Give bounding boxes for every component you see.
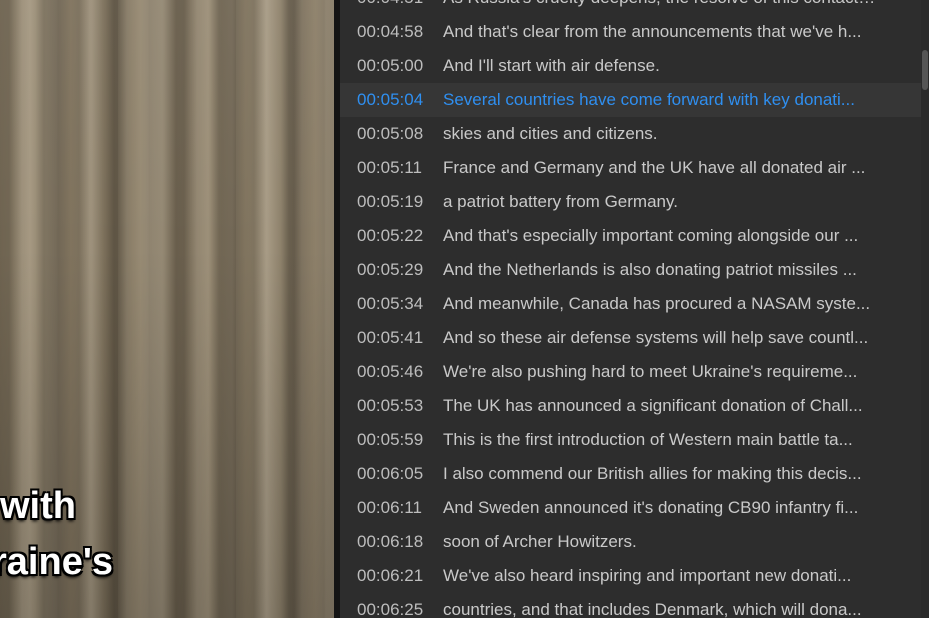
video-subtitle: with raine's: [0, 478, 113, 590]
transcript-row-active[interactable]: 00:05:04 Several countries have come forw…: [340, 83, 921, 117]
subtitle-line: raine's: [0, 541, 113, 583]
transcript-rows: 00:04:51As Russia's cruelty deepens, the…: [340, 0, 921, 618]
row-text: countries, and that includes Denmark, wh…: [443, 600, 862, 618]
row-timestamp[interactable]: 00:05:22: [340, 226, 443, 246]
transcript-row[interactable]: 00:05:00 And I'll start with air defense.: [340, 49, 921, 83]
row-timestamp[interactable]: 00:05:04: [340, 90, 443, 110]
transcript-row[interactable]: 00:05:34 And meanwhile, Canada has procur…: [340, 287, 921, 321]
row-text: We've also heard inspiring and important…: [443, 566, 852, 585]
row-timestamp[interactable]: 00:05:19: [340, 192, 443, 212]
scrollbar-thumb[interactable]: [922, 50, 928, 90]
subtitle-line: with: [0, 485, 76, 527]
transcript-row[interactable]: 00:05:59 This is the first introduction o…: [340, 423, 921, 457]
row-text: soon of Archer Howitzers.: [443, 532, 637, 551]
row-text: And so these air defense systems will he…: [443, 328, 869, 347]
row-text: This is the first introduction of Wester…: [443, 430, 853, 449]
row-timestamp[interactable]: 00:05:46: [340, 362, 443, 382]
transcript-row[interactable]: 00:06:11 And Sweden announced it's donati…: [340, 491, 921, 525]
transcript-row[interactable]: 00:06:21 We've also heard inspiring and i…: [340, 559, 921, 593]
row-timestamp[interactable]: 00:06:11: [340, 498, 443, 518]
transcript-row[interactable]: 00:05:22 And that's especially important …: [340, 219, 921, 253]
row-timestamp[interactable]: 00:05:41: [340, 328, 443, 348]
row-text: And that's clear from the announcements …: [443, 22, 862, 41]
row-timestamp[interactable]: 00:04:58: [340, 22, 443, 42]
row-timestamp[interactable]: 00:06:25: [340, 600, 443, 618]
row-text: France and Germany and the UK have all d…: [443, 158, 866, 177]
row-text: a patriot battery from Germany.: [443, 192, 678, 211]
transcript-row[interactable]: 00:05:41 And so these air defense systems…: [340, 321, 921, 355]
row-timestamp[interactable]: 00:05:59: [340, 430, 443, 450]
row-timestamp[interactable]: 00:06:18: [340, 532, 443, 552]
row-timestamp[interactable]: 00:05:34: [340, 294, 443, 314]
row-timestamp[interactable]: 00:06:21: [340, 566, 443, 586]
transcript-row[interactable]: 00:05:29 And the Netherlands is also dona…: [340, 253, 921, 287]
row-text: As Russia's cruelty deepens, the resolve…: [443, 0, 907, 8]
transcript-row[interactable]: 00:05:19 a patriot battery from Germany.: [340, 185, 921, 219]
transcript-row[interactable]: 00:04:58 And that's clear from the announ…: [340, 15, 921, 49]
row-timestamp[interactable]: 00:05:29: [340, 260, 443, 280]
row-text: I also commend our British allies for ma…: [443, 464, 862, 483]
row-timestamp[interactable]: 00:04:51: [340, 0, 443, 8]
transcript-row[interactable]: 00:05:46 We're also pushing hard to meet …: [340, 355, 921, 389]
row-timestamp[interactable]: 00:06:05: [340, 464, 443, 484]
row-timestamp[interactable]: 00:05:11: [340, 158, 443, 178]
row-text: And the Netherlands is also donating pat…: [443, 260, 857, 279]
row-text: The UK has announced a significant donat…: [443, 396, 863, 415]
transcript-row[interactable]: 00:06:05 I also commend our British allie…: [340, 457, 921, 491]
transcript-row[interactable]: 00:06:25 countries, and that includes Den…: [340, 593, 921, 618]
transcript-row[interactable]: 00:05:11 France and Germany and the UK ha…: [340, 151, 921, 185]
transcript-row[interactable]: 00:05:08 skies and cities and citizens.: [340, 117, 921, 151]
row-timestamp[interactable]: 00:05:00: [340, 56, 443, 76]
transcript-row[interactable]: 00:06:18 soon of Archer Howitzers.: [340, 525, 921, 559]
row-text: And Sweden announced it's donating CB90 …: [443, 498, 859, 517]
transcript-row[interactable]: 00:05:53 The UK has announced a significa…: [340, 389, 921, 423]
row-text: And meanwhile, Canada has procured a NAS…: [443, 294, 871, 313]
row-text: skies and cities and citizens.: [443, 124, 658, 143]
transcript-scrollbar[interactable]: [921, 0, 929, 618]
video-frame[interactable]: with raine's: [0, 0, 334, 618]
transcript-row[interactable]: 00:04:51As Russia's cruelty deepens, the…: [340, 0, 921, 15]
row-text: Several countries have come forward with…: [443, 90, 855, 109]
row-text: And I'll start with air defense.: [443, 56, 660, 75]
row-text: We're also pushing hard to meet Ukraine'…: [443, 362, 858, 381]
row-text: And that's especially important coming a…: [443, 226, 859, 245]
row-timestamp[interactable]: 00:05:08: [340, 124, 443, 144]
row-timestamp[interactable]: 00:05:53: [340, 396, 443, 416]
transcript-list[interactable]: 00:04:51As Russia's cruelty deepens, the…: [340, 0, 921, 618]
